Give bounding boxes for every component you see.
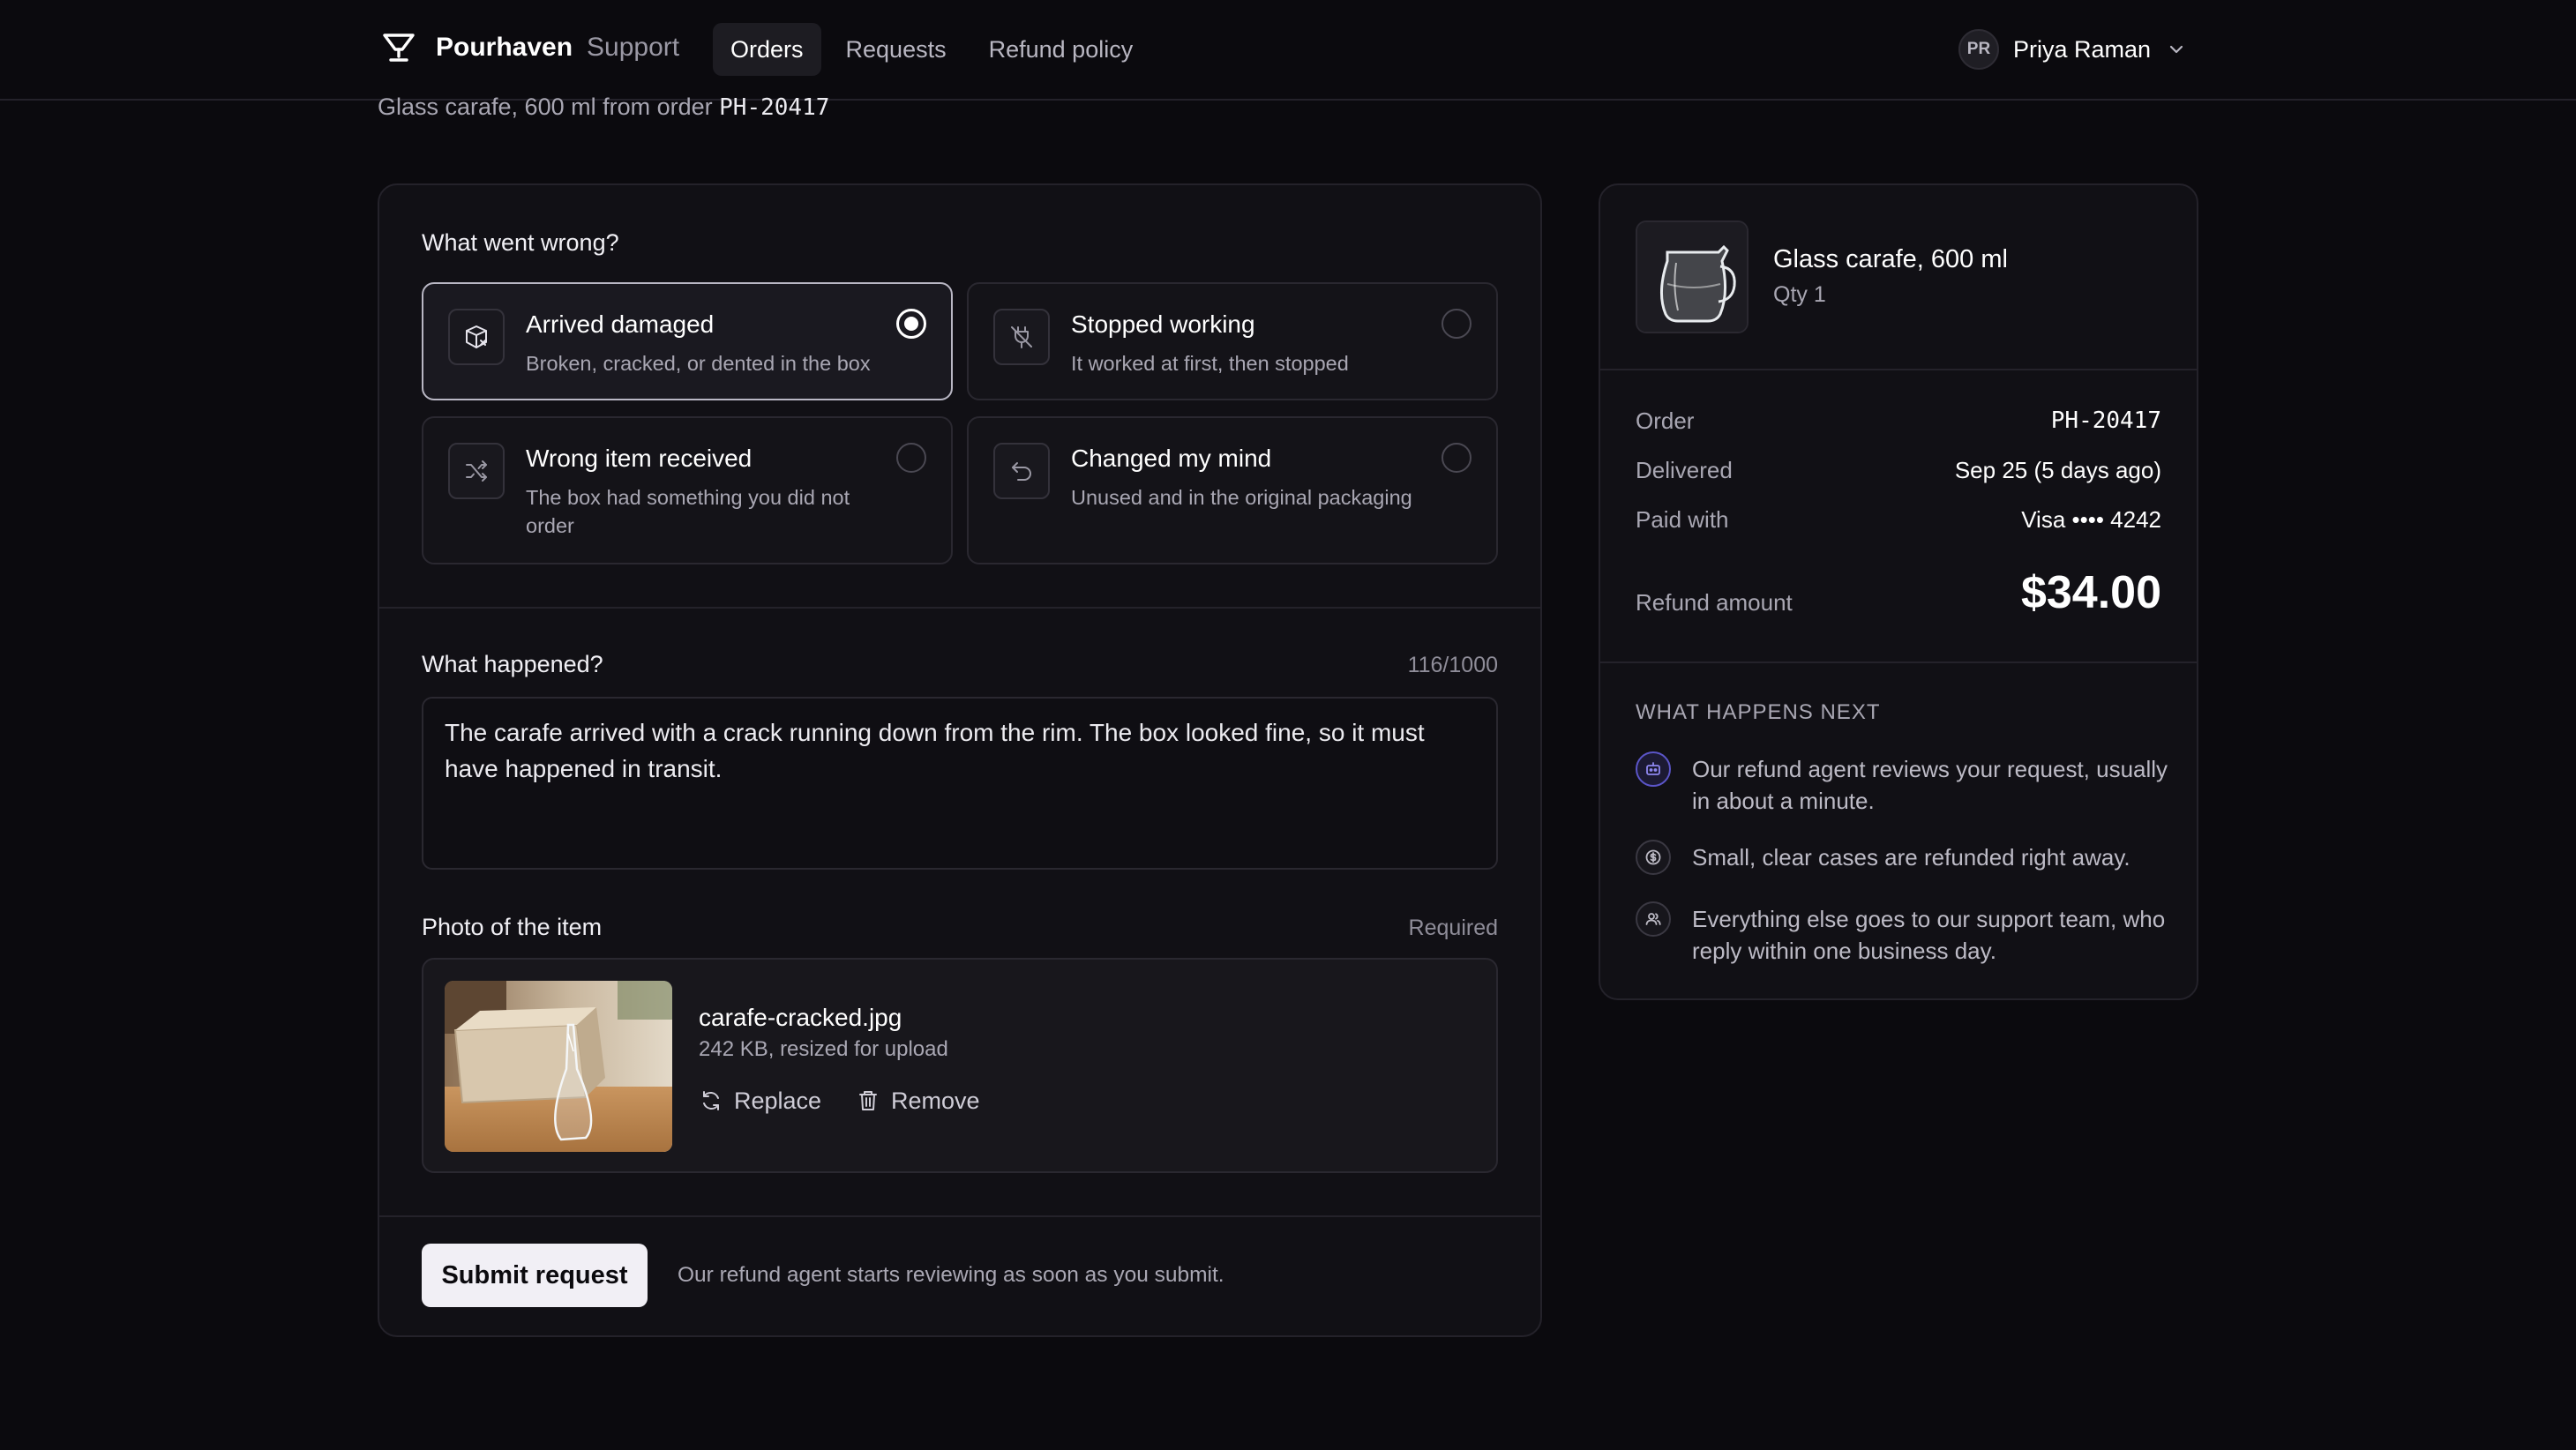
reason-title: Wrong item received	[526, 445, 753, 472]
shuffle-icon	[448, 443, 505, 499]
file-meta: 242 KB, resized for upload	[699, 1037, 948, 1061]
package-damaged-icon	[448, 309, 505, 365]
trash-icon	[859, 1091, 877, 1110]
main-nav: Orders Requests Refund policy	[713, 23, 1157, 76]
page-subtitle: Glass carafe, 600 ml from order PH-20417	[378, 93, 829, 121]
step-text: Everything else goes to our support team…	[1692, 906, 2166, 964]
nav-orders[interactable]: Orders	[713, 23, 821, 76]
reason-changed-mind[interactable]: Changed my mind Unused and in the origin…	[967, 416, 1498, 564]
reason-radio[interactable]	[1442, 309, 1471, 339]
reason-title: Arrived damaged	[526, 310, 715, 338]
user-menu[interactable]: PR Priya Raman	[1958, 28, 2186, 71]
dollar-icon	[1636, 840, 1671, 875]
reason-radio-selected[interactable]	[896, 309, 926, 339]
product-name: Glass carafe, 600 ml	[1773, 245, 2008, 273]
refund-amount-label: Refund amount	[1636, 589, 1793, 616]
remove-label: Remove	[891, 1087, 980, 1114]
reason-label: What went wrong?	[422, 229, 619, 256]
delivered-value: Sep 25 (5 days ago)	[1954, 457, 2161, 483]
plug-off-icon	[993, 309, 1050, 365]
reason-arrived-damaged[interactable]: Arrived damaged Broken, cracked, or dent…	[422, 282, 953, 400]
details-textarea[interactable]: The carafe arrived with a crack running …	[422, 697, 1498, 870]
divider	[1600, 369, 2197, 370]
order-summary-card: Glass carafe, 600 ml Qty 1 Order PH-2041…	[1599, 183, 2198, 1000]
reason-stopped-working[interactable]: Stopped working It worked at first, then…	[967, 282, 1498, 400]
reason-desc: The box had something you did not order	[526, 486, 850, 537]
divider	[379, 1215, 1540, 1217]
refund-amount-value: $34.00	[2020, 567, 2161, 618]
photo-upload-box: carafe-cracked.jpg 242 KB, resized for u…	[422, 958, 1498, 1173]
user-name: Priya Raman	[2013, 35, 2152, 63]
replace-label: Replace	[734, 1087, 822, 1114]
remove-button[interactable]: Remove	[856, 1083, 980, 1118]
chevron-down-icon	[2169, 45, 2183, 54]
required-indicator: Required	[1408, 916, 1498, 940]
reason-radio[interactable]	[896, 443, 926, 473]
submit-request-button[interactable]: Submit request	[422, 1244, 648, 1307]
submit-note: Our refund agent starts reviewing as soo…	[678, 1263, 1224, 1287]
paid-with-label: Paid with	[1636, 506, 1729, 533]
delivered-label: Delivered	[1636, 457, 1733, 483]
step-text: Small, clear cases are refunded right aw…	[1692, 844, 2130, 871]
reason-radio[interactable]	[1442, 443, 1471, 473]
order-label: Order	[1636, 407, 1695, 434]
brand[interactable]: Pourhaven Support	[381, 26, 679, 69]
file-name: carafe-cracked.jpg	[699, 1004, 902, 1031]
nav-refund-policy[interactable]: Refund policy	[971, 23, 1151, 76]
reason-desc: It worked at first, then stopped	[1071, 352, 1349, 375]
brand-sub: Support	[587, 33, 680, 62]
replace-button[interactable]: Replace	[699, 1083, 821, 1118]
uploaded-photo-thumbnail[interactable]	[445, 981, 672, 1152]
product-thumbnail	[1636, 220, 1749, 333]
next-steps-title: WHAT HAPPENS NEXT	[1636, 700, 1881, 724]
paid-with-value: Visa •••• 4242	[2021, 506, 2161, 533]
top-bar: Pourhaven Support Orders Requests Refund…	[0, 0, 2576, 101]
robot-icon	[1636, 751, 1671, 787]
refund-form-card: What went wrong? Arrived damaged Broken,…	[378, 183, 1542, 1337]
pour-over-logo-icon	[383, 34, 415, 62]
reason-desc: Unused and in the original packaging	[1071, 486, 1412, 509]
subtitle-text: Glass carafe, 600 ml from order	[378, 93, 713, 120]
refresh-icon	[703, 1091, 719, 1110]
divider	[1600, 661, 2197, 663]
photo-label: Photo of the item	[422, 914, 603, 940]
undo-icon	[993, 443, 1050, 499]
details-label: What happened?	[422, 651, 603, 677]
reason-desc: Broken, cracked, or dented in the box	[526, 352, 871, 375]
nav-requests[interactable]: Requests	[828, 23, 964, 76]
reason-title: Stopped working	[1071, 310, 1255, 338]
char-counter: 116/1000	[1407, 653, 1498, 677]
divider	[379, 607, 1540, 609]
product-qty: Qty 1	[1773, 282, 1826, 307]
brand-name: Pourhaven	[436, 33, 573, 62]
reason-wrong-item[interactable]: Wrong item received The box had somethin…	[422, 416, 953, 564]
users-icon	[1636, 901, 1671, 937]
step-text: Our refund agent reviews your request, u…	[1692, 756, 2168, 814]
subtitle-order-id: PH-20417	[719, 94, 830, 121]
avatar: PR	[1958, 29, 1999, 70]
order-value: PH-20417	[2050, 407, 2161, 434]
reason-title: Changed my mind	[1071, 445, 1272, 472]
